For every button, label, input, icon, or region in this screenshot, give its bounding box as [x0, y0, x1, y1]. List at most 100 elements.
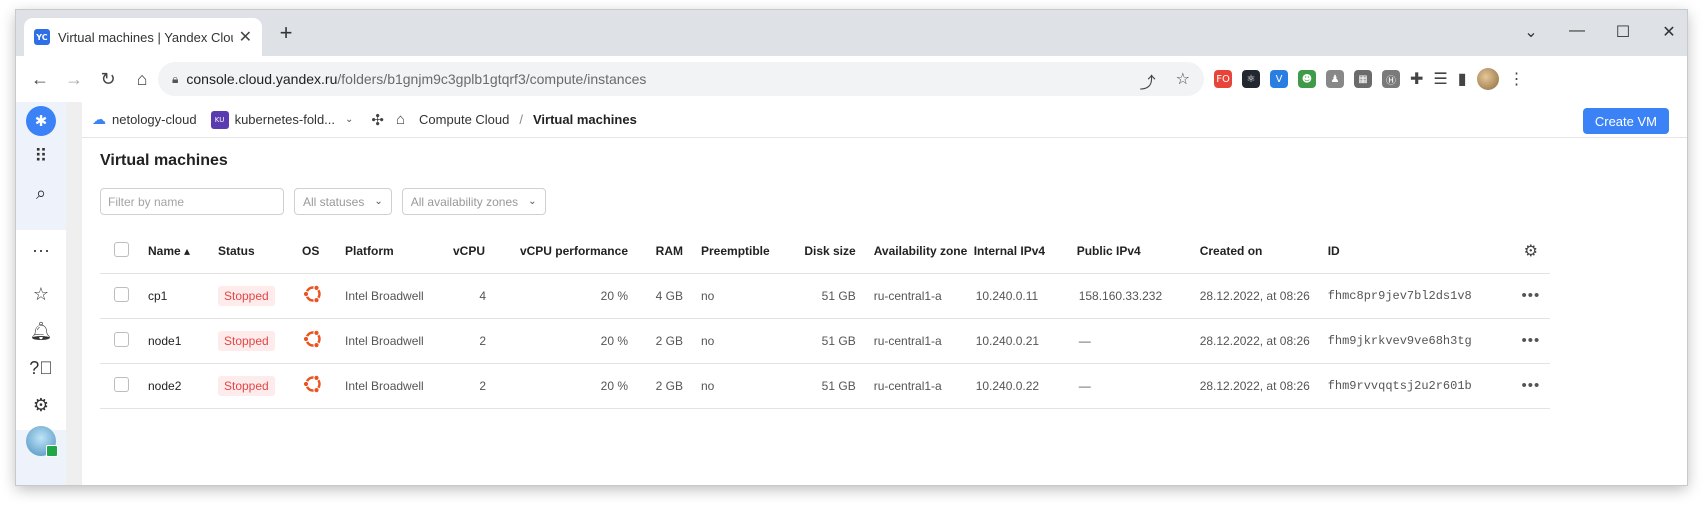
table-row[interactable]: node2 Stopped Intel Broadwell 2 20 % 2 G… [100, 363, 1550, 409]
column-internal-ipv4[interactable]: Internal IPv4 [973, 230, 1077, 274]
person-extension-icon[interactable]: ☻ [1298, 70, 1316, 88]
filter-by-name-input[interactable] [100, 188, 284, 215]
notifications-bell-icon[interactable]: 🔔︎ [25, 315, 57, 347]
maximize-icon[interactable]: ☐ [1613, 22, 1633, 42]
close-tab-icon[interactable]: ✕ [239, 27, 252, 47]
public-ipv4: — [1076, 363, 1200, 409]
forward-icon[interactable]: → [58, 63, 90, 95]
search-icon[interactable]: ⌕ [25, 177, 57, 209]
column-status[interactable]: Status [218, 230, 302, 274]
tab-search-chevron-icon[interactable]: ⌄ [1521, 22, 1541, 42]
profile-extension-icon[interactable]: ♟ [1326, 70, 1344, 88]
vm-name[interactable]: node2 [148, 363, 218, 409]
column-platform[interactable]: Platform [345, 230, 453, 274]
lock-icon[interactable]: 🔒︎ [172, 72, 178, 87]
availability-zone: ru-central1-a [855, 318, 974, 364]
chevron-down-icon: ⌄ [374, 196, 383, 207]
row-actions-icon[interactable]: ••• [1521, 332, 1540, 349]
row-actions-icon[interactable]: ••• [1521, 287, 1540, 304]
disk-size: 51 GB [769, 363, 856, 409]
breadcrumb-folder[interactable]: kubernetes-fold... [235, 112, 335, 127]
yandex-cloud-logo-icon[interactable]: ✱ [26, 106, 56, 136]
browser-tab[interactable]: YC Virtual machines | Yandex Cloud ✕ [24, 18, 262, 56]
column-disk-size[interactable]: Disk size [769, 230, 856, 274]
zone-filter-value: All availability zones [410, 194, 519, 209]
home-icon[interactable]: ⌂ [126, 63, 158, 95]
column-preemptible[interactable]: Preemptible [683, 230, 770, 274]
bookmark-star-icon[interactable]: ☆ [1176, 69, 1190, 93]
row-checkbox[interactable] [114, 376, 129, 392]
status-badge: Stopped [218, 330, 275, 351]
column-ram[interactable]: RAM [628, 230, 683, 274]
column-vcpu[interactable]: vCPU [453, 230, 512, 274]
minimize-icon[interactable]: — [1567, 22, 1587, 42]
fo-extension-icon[interactable]: FO [1214, 70, 1232, 88]
more-icon[interactable]: ··· [25, 234, 57, 266]
breadcrumb-cloud[interactable]: netology-cloud [112, 112, 197, 127]
row-checkbox[interactable] [114, 286, 129, 302]
settings-gear-icon[interactable]: ⚙ [25, 389, 57, 421]
all-services-grid-icon[interactable]: ⠿ [25, 140, 57, 172]
platform: Intel Broadwell [345, 363, 453, 409]
vcpu-performance: 20 % [512, 363, 628, 409]
platform: Intel Broadwell [345, 318, 453, 364]
status-filter-select[interactable]: All statuses ⌄ [294, 188, 392, 215]
tab-title: Virtual machines | Yandex Cloud [58, 29, 233, 45]
table-settings-gear-icon[interactable]: ⚙ [1524, 243, 1538, 260]
column-name[interactable]: Name ▴ [148, 230, 218, 274]
zone-filter-select[interactable]: All availability zones ⌄ [401, 188, 546, 215]
window-controls: ⌄ — ☐ ✕ [1521, 22, 1679, 42]
breadcrumb-service[interactable]: Compute Cloud [419, 112, 509, 127]
help-icon[interactable]: ?⃝ [25, 352, 57, 384]
disk-size: 51 GB [769, 273, 856, 319]
services-flower-icon[interactable]: ✣ [371, 111, 384, 129]
column-created-on[interactable]: Created on [1199, 230, 1328, 274]
internal-ipv4: 10.240.0.21 [973, 318, 1077, 364]
side-panel-icon[interactable]: ▮ [1458, 69, 1467, 89]
column-os[interactable]: OS [302, 230, 345, 274]
row-checkbox[interactable] [114, 331, 129, 347]
ram: 2 GB [628, 363, 683, 409]
chevron-down-icon[interactable]: ⌄ [345, 114, 353, 125]
vm-name[interactable]: cp1 [148, 273, 218, 319]
folder-home-icon[interactable]: ⌂ [396, 111, 405, 128]
reading-list-icon[interactable]: ☰ [1433, 69, 1447, 89]
select-all-checkbox[interactable] [114, 242, 129, 258]
title-bar: YC Virtual machines | Yandex Cloud ✕ + ⌄… [16, 10, 1687, 56]
console-header: ☁ netology-cloud KU kubernetes-fold... ⌄… [82, 102, 1687, 138]
browser-menu-icon[interactable]: ⋮ [1509, 69, 1525, 89]
availability-zone: ru-central1-a [855, 273, 974, 319]
shield-extension-icon[interactable]: V [1270, 70, 1288, 88]
reload-icon[interactable]: ↻ [92, 63, 124, 95]
table-row[interactable]: node1 Stopped Intel Broadwell 2 20 % 2 G… [100, 318, 1550, 364]
row-actions-icon[interactable]: ••• [1521, 377, 1540, 394]
favorites-star-icon[interactable]: ☆ [25, 278, 57, 310]
created-on: 28.12.2022, at 08:26 [1199, 363, 1328, 409]
column-vcpu-performance[interactable]: vCPU performance [512, 230, 628, 274]
table-row[interactable]: cp1 Stopped Intel Broadwell 4 20 % 4 GB … [100, 273, 1550, 319]
vcpu: 4 [453, 273, 512, 319]
column-availability-zone[interactable]: Availability zone [855, 230, 974, 274]
puzzle-extensions-icon[interactable]: ✚ [1410, 69, 1423, 89]
circle-h-extension-icon[interactable]: Ⓗ [1382, 70, 1400, 88]
ubuntu-icon [302, 373, 324, 395]
back-icon[interactable]: ← [24, 63, 56, 95]
column-public-ipv4[interactable]: Public IPv4 [1076, 230, 1200, 274]
vm-name[interactable]: node1 [148, 318, 218, 364]
close-window-icon[interactable]: ✕ [1659, 22, 1679, 42]
ubuntu-icon [302, 283, 324, 305]
react-devtools-icon[interactable]: ⚛ [1242, 70, 1260, 88]
yandex-cloud-favicon-icon: YC [34, 29, 50, 45]
clipboard-extension-icon[interactable]: ▦ [1354, 70, 1372, 88]
create-vm-button[interactable]: Create VM [1582, 108, 1669, 134]
public-ipv4: 158.160.33.232 [1076, 273, 1200, 319]
platform: Intel Broadwell [345, 273, 453, 319]
page-title: Virtual machines [100, 152, 228, 169]
new-tab-icon[interactable]: + [274, 22, 298, 44]
profile-avatar[interactable] [1476, 68, 1499, 90]
column-id[interactable]: ID [1327, 230, 1512, 274]
address-bar[interactable]: 🔒︎ console.cloud.yandex.ru/folders/b1gnj… [158, 62, 1204, 96]
share-icon[interactable]: ⤴ [1140, 69, 1156, 93]
breadcrumb-current: Virtual machines [533, 112, 637, 127]
breadcrumb-separator: / [519, 112, 523, 127]
